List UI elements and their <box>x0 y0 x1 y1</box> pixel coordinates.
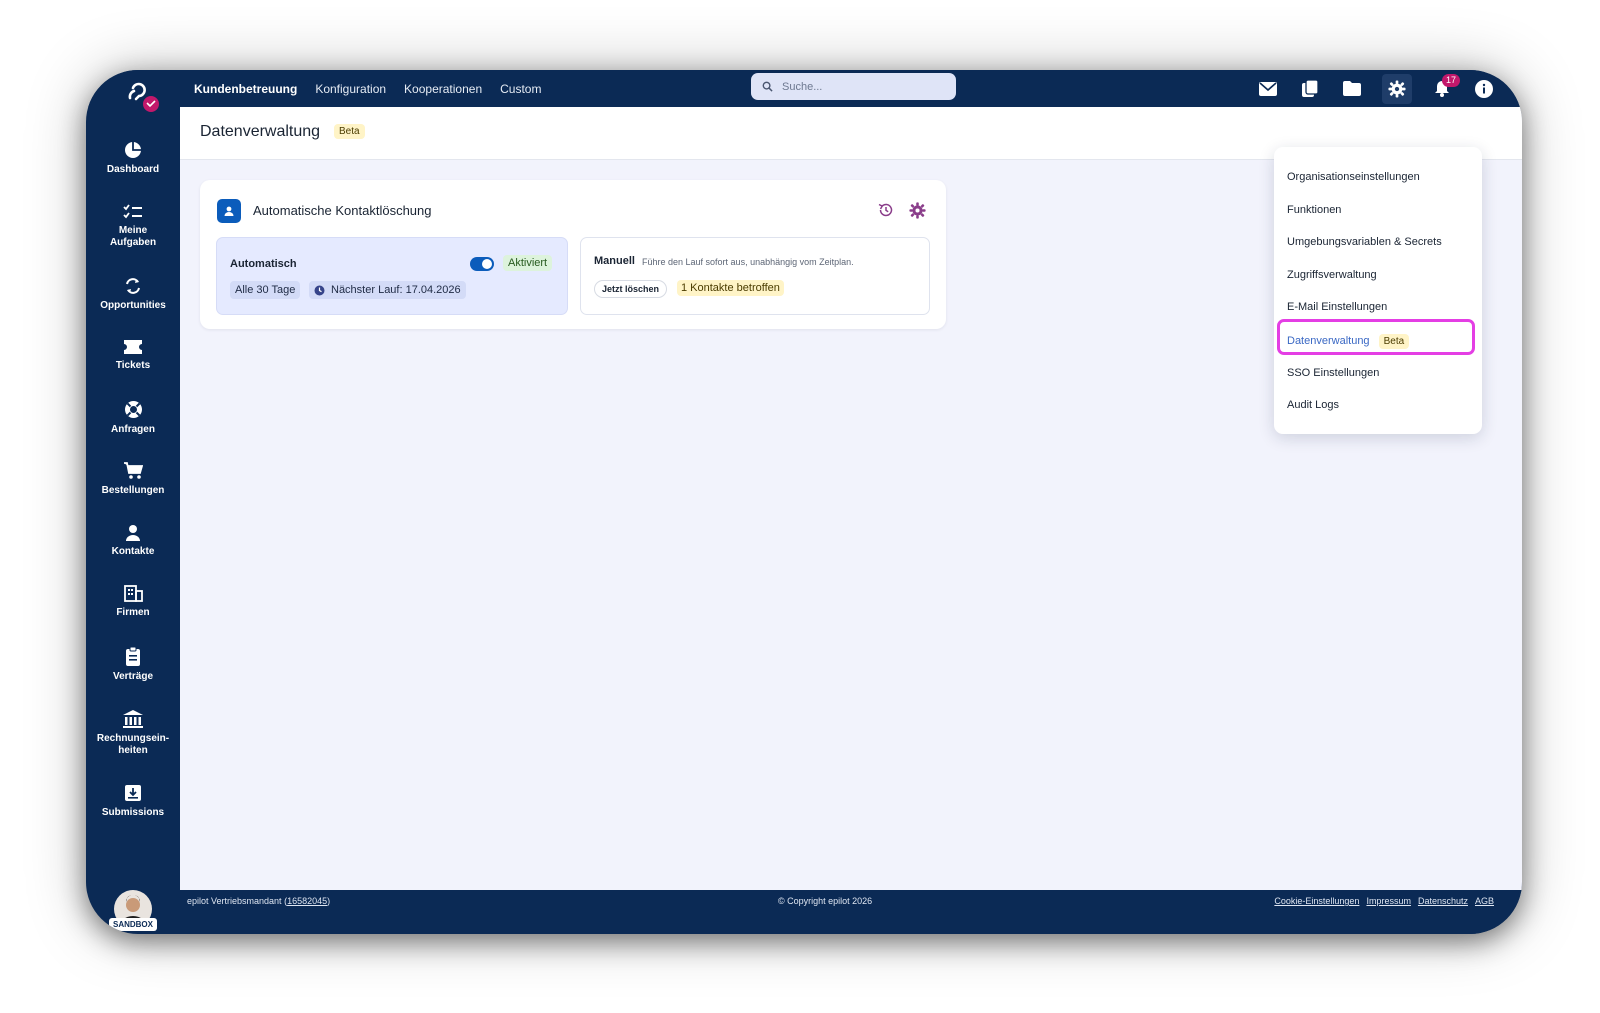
footer: epilot Vertriebsmandant (16582045) © Cop… <box>180 890 1522 934</box>
tenant-name: epilot Vertriebsmandant <box>187 896 282 906</box>
beta-badge: Beta <box>1378 334 1410 349</box>
menu-item-organisationseinstellungen[interactable]: Organisationseinstellungen <box>1287 171 1420 183</box>
ticket-icon <box>124 340 142 354</box>
notifications-bell-icon[interactable]: 17 <box>1430 73 1461 101</box>
folder-icon[interactable] <box>1340 77 1364 101</box>
manual-label: Manuell <box>594 255 635 267</box>
next-run-text: Nächster Lauf: 17.04.2026 <box>331 284 461 296</box>
impressum-link[interactable]: Impressum <box>1366 896 1411 906</box>
sidebar-item-meine-aufgaben[interactable]: Meine Aufgaben <box>86 204 180 249</box>
settings-gear-icon[interactable] <box>1382 73 1412 104</box>
automatic-label: Automatisch <box>230 258 297 270</box>
user-avatar[interactable]: SANDBOX <box>109 890 157 934</box>
nav-custom[interactable]: Custom <box>500 82 541 96</box>
copyright: © Copyright epilot 2026 <box>778 896 873 906</box>
sidebar-item-firmen[interactable]: Firmen <box>86 585 180 619</box>
sidebar-item-label: Tickets <box>115 360 151 371</box>
main-nav: Kundenbetreuung Konfiguration Kooperatio… <box>194 70 541 107</box>
tenant-info: epilot Vertriebsmandant (16582045) <box>187 896 331 906</box>
nav-kooperationen[interactable]: Kooperationen <box>404 82 482 96</box>
sidebar-item-label: Dashboard <box>106 164 160 175</box>
dashboard-icon <box>125 142 141 158</box>
top-icons: 17 <box>1256 70 1496 107</box>
lifebuoy-icon <box>124 401 142 418</box>
cookie-settings-link[interactable]: Cookie-Einstellungen <box>1274 896 1359 906</box>
gear-icon[interactable] <box>909 202 926 224</box>
search-bar[interactable] <box>751 73 956 100</box>
sidebar-item-vertraege[interactable]: Verträge <box>86 647 180 683</box>
sidebar-item-label: Rechnungsein-heiten <box>96 733 170 756</box>
search-input[interactable] <box>780 79 944 94</box>
info-icon[interactable] <box>1472 77 1496 101</box>
menu-item-audit-logs[interactable]: Audit Logs <box>1287 399 1339 411</box>
menu-item-email-einstellungen[interactable]: E-Mail Einstellungen <box>1287 301 1387 313</box>
notification-count-badge: 17 <box>1442 73 1461 87</box>
main-content: Datenverwaltung Beta Automatische Kontak… <box>180 107 1522 890</box>
sidebar-item-label: Bestellungen <box>101 485 165 496</box>
contact-deletion-card: Automatische Kontaktlöschung Automatisch… <box>200 180 946 329</box>
affected-contacts-badge: 1 Kontakte betroffen <box>677 280 784 296</box>
inbox-download-icon <box>125 785 141 801</box>
clock-icon <box>314 285 325 295</box>
building-icon <box>123 585 143 602</box>
tenant-id-link[interactable]: 16582045 <box>287 896 327 906</box>
menu-item-zugriffsverwaltung[interactable]: Zugriffsverwaltung <box>1287 269 1377 281</box>
sidebar-item-label: Opportunities <box>100 300 166 311</box>
nav-konfiguration[interactable]: Konfiguration <box>315 82 386 96</box>
sidebar-item-label: Verträge <box>112 671 154 682</box>
sidebar: Dashboard Meine Aufgaben Opportunities T… <box>86 107 180 934</box>
interval-chip: Alle 30 Tage <box>230 281 301 299</box>
sidebar-item-label: Kontakte <box>111 546 155 557</box>
sidebar-item-bestellungen[interactable]: Bestellungen <box>86 462 180 497</box>
next-run-chip: Nächster Lauf: 17.04.2026 <box>309 281 466 299</box>
datenschutz-link[interactable]: Datenschutz <box>1418 896 1468 906</box>
menu-item-sso-einstellungen[interactable]: SSO Einstellungen <box>1287 367 1379 379</box>
mail-icon[interactable] <box>1256 77 1280 101</box>
task-list-icon <box>123 204 142 219</box>
footer-links: Cookie-Einstellungen Impressum Datenschu… <box>1274 896 1494 906</box>
sidebar-item-submissions[interactable]: Submissions <box>86 784 180 819</box>
sidebar-item-kontakte[interactable]: Kontakte <box>86 524 180 558</box>
sidebar-item-anfragen[interactable]: Anfragen <box>86 400 180 436</box>
person-icon <box>126 525 140 541</box>
cycle-arrows-icon <box>126 278 140 294</box>
cart-icon <box>123 462 143 479</box>
settings-dropdown: Organisationseinstellungen Funktionen Um… <box>1274 147 1482 434</box>
history-icon[interactable] <box>878 202 894 223</box>
clipboard-icon <box>126 647 140 666</box>
page-title: Datenverwaltung <box>200 123 321 140</box>
top-bar: Kundenbetreuung Konfiguration Kooperatio… <box>86 70 1522 112</box>
automatic-section: Automatisch Aktiviert Alle 30 Tage Nächs… <box>216 237 568 315</box>
sandbox-badge: SANDBOX <box>109 918 157 931</box>
nav-kundenbetreuung[interactable]: Kundenbetreuung <box>194 82 297 96</box>
bank-icon <box>123 710 143 728</box>
sidebar-item-label: Meine Aufgaben <box>109 225 157 248</box>
sidebar-item-tickets[interactable]: Tickets <box>86 339 180 372</box>
sidebar-item-rechnungseinheiten[interactable]: Rechnungsein-heiten <box>86 710 180 757</box>
search-icon <box>762 81 773 92</box>
sidebar-item-label: Submissions <box>101 807 165 818</box>
app-window: Kundenbetreuung Konfiguration Kooperatio… <box>86 70 1522 934</box>
menu-item-label: Datenverwaltung <box>1287 335 1370 347</box>
delete-now-button[interactable]: Jetzt löschen <box>594 280 668 298</box>
menu-item-datenverwaltung[interactable]: Datenverwaltung Beta <box>1287 334 1410 349</box>
menu-item-funktionen[interactable]: Funktionen <box>1287 204 1341 216</box>
sidebar-item-opportunities[interactable]: Opportunities <box>86 277 180 312</box>
status-badge: Aktiviert <box>503 255 553 271</box>
auto-toggle[interactable] <box>470 257 494 271</box>
manual-description: Führe den Lauf sofort aus, unabhängig vo… <box>642 257 854 267</box>
manual-section: Manuell Führe den Lauf sofort aus, unabh… <box>580 237 930 315</box>
menu-item-umgebungsvariablen[interactable]: Umgebungsvariablen & Secrets <box>1287 236 1442 248</box>
sidebar-item-label: Firmen <box>116 607 150 618</box>
card-title: Automatische Kontaktlöschung <box>253 203 432 218</box>
documents-icon[interactable] <box>1298 77 1322 101</box>
beta-badge: Beta <box>334 124 365 139</box>
agb-link[interactable]: AGB <box>1475 896 1494 906</box>
sidebar-item-dashboard[interactable]: Dashboard <box>86 141 180 176</box>
sidebar-item-label: Anfragen <box>111 424 155 435</box>
contact-icon <box>217 199 241 223</box>
